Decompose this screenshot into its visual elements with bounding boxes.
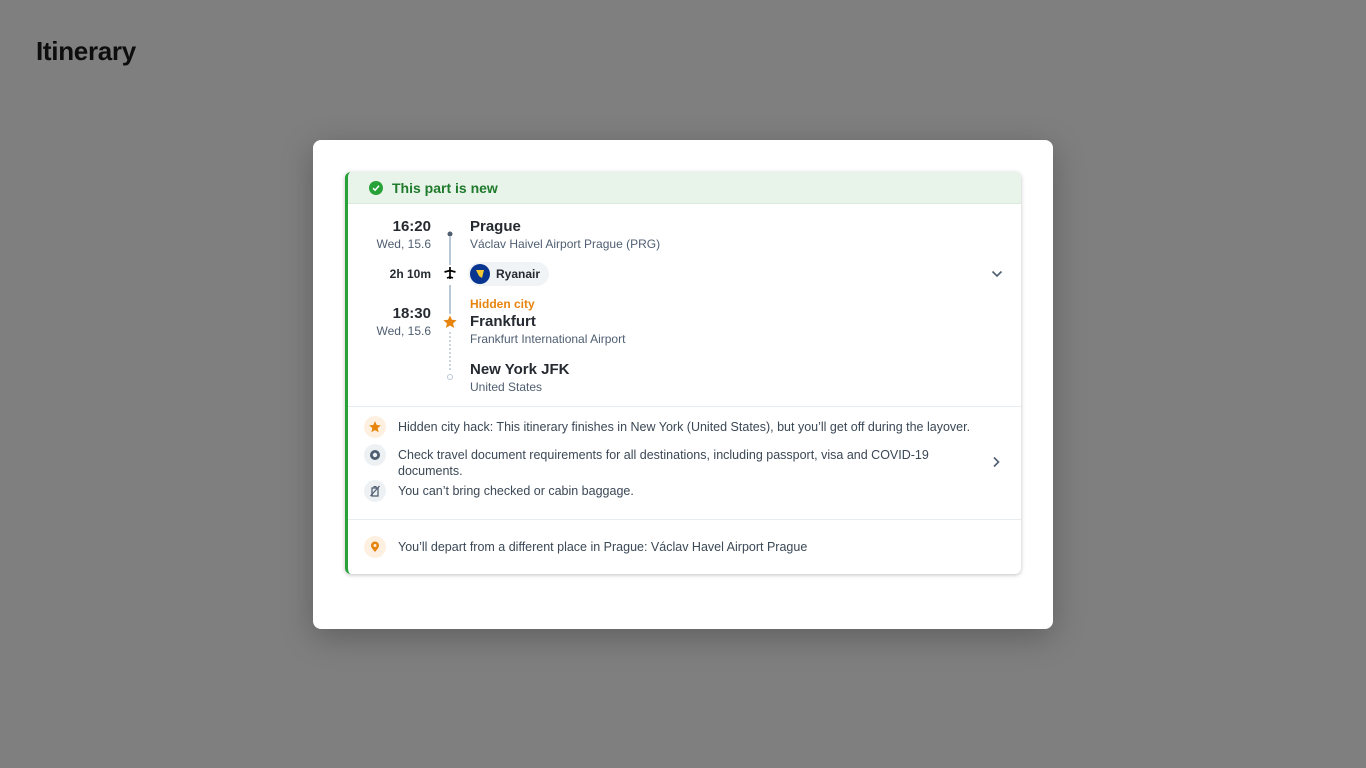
- new-part-banner: This part is new: [348, 172, 1021, 204]
- hidden-city-notice: Hidden city hack: This itinerary finishe…: [364, 416, 970, 438]
- no-baggage-icon: [364, 480, 386, 502]
- travel-documents-notice[interactable]: Check travel document requirements for a…: [364, 444, 984, 479]
- passport-icon: [364, 444, 386, 466]
- departure-place-notice: You’ll depart from a different place in …: [364, 536, 807, 558]
- page-title: Itinerary: [36, 36, 136, 66]
- new-part-label: This part is new: [392, 179, 498, 196]
- departure-place-notice-text: You’ll depart from a different place in …: [398, 540, 808, 554]
- arrival-city: Frankfurt: [470, 313, 536, 330]
- travel-documents-notice-text: Check travel document requirements for a…: [398, 448, 929, 478]
- final-destination-city: New York JFK: [470, 361, 570, 378]
- chevron-down-icon[interactable]: [990, 267, 1004, 286]
- flight-segment[interactable]: 16:20 Wed, 15.6 Prague Václav Haivel Air…: [348, 204, 1021, 407]
- baggage-notice-text: You can’t bring checked or cabin baggage…: [398, 484, 634, 498]
- timeline: [447, 231, 453, 380]
- departure-city: Prague: [470, 218, 521, 235]
- location-pin-icon: [364, 536, 386, 558]
- itinerary-modal: This part is new 16:20 Wed, 15.6 Prague …: [313, 140, 1053, 629]
- segment-notices: Hidden city hack: This itinerary finishe…: [348, 407, 1021, 520]
- departure-time: 16:20: [392, 218, 431, 235]
- carrier-name: Ryanair: [496, 267, 541, 281]
- chevron-right-icon[interactable]: [989, 455, 1003, 474]
- arrival-airport: Frankfurt International Airport: [470, 332, 626, 346]
- departure-airport: Václav Haivel Airport Prague (PRG): [470, 237, 661, 251]
- plane-icon: [443, 266, 457, 285]
- departure-date: Wed, 15.6: [376, 237, 431, 251]
- departure-place-warning: You’ll depart from a different place in …: [348, 520, 1021, 574]
- flight-duration: 2h 10m: [389, 267, 431, 281]
- hidden-city-label: Hidden city: [470, 297, 535, 311]
- carrier-badge: Ryanair: [468, 262, 550, 286]
- segment-card: This part is new 16:20 Wed, 15.6 Prague …: [345, 172, 1021, 574]
- final-destination-country: United States: [470, 380, 543, 394]
- hidden-city-star-icon: [442, 314, 458, 335]
- arrival-time: 18:30: [392, 305, 431, 322]
- arrival-date: Wed, 15.6: [376, 324, 431, 338]
- star-icon: [364, 416, 386, 438]
- check-circle-icon: [369, 180, 383, 195]
- baggage-notice: You can’t bring checked or cabin baggage…: [364, 480, 634, 502]
- ryanair-logo-icon: [470, 264, 490, 284]
- hidden-city-notice-text: Hidden city hack: This itinerary finishe…: [398, 420, 971, 434]
